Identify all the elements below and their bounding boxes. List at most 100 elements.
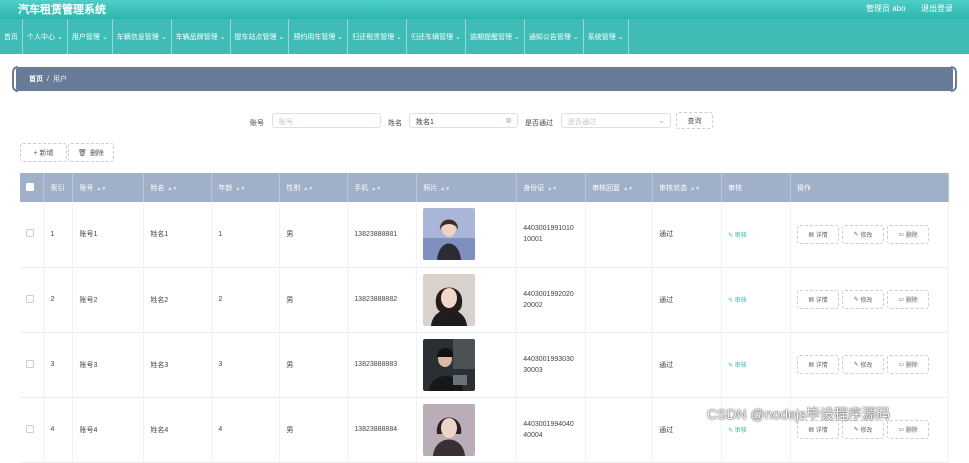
sort-icon[interactable]: ▲▼ bbox=[371, 186, 381, 192]
delete-button[interactable]: ▭ 删除 bbox=[887, 420, 930, 439]
nav-item-return-vehicle[interactable]: 归还车辆管理 ⌄ bbox=[407, 19, 466, 54]
detail-label: 详情 bbox=[815, 232, 828, 239]
trash-icon: 🗑 bbox=[78, 149, 87, 157]
nav-item-system[interactable]: 系统管理 ⌄ bbox=[584, 19, 629, 54]
sort-icon[interactable]: ▲▼ bbox=[235, 186, 245, 192]
idcard-line2: 20002 bbox=[523, 301, 543, 309]
nav-item-return-rental[interactable]: 归还租赁管理 ⌄ bbox=[348, 19, 408, 54]
nav-item-stations[interactable]: 提车站点管理 ⌄ bbox=[231, 19, 290, 54]
col-reply[interactable]: 审核回复 ▲▼ bbox=[585, 173, 654, 202]
row-checkbox[interactable] bbox=[26, 229, 34, 238]
cell-age: 3 bbox=[211, 332, 281, 398]
chevron-down-icon: ⌄ bbox=[278, 33, 285, 41]
sort-icon[interactable]: ▲▼ bbox=[303, 186, 313, 192]
query-button[interactable]: 查询 bbox=[676, 112, 713, 129]
nav-item-overdue[interactable]: 逾期提醒管理 ⌄ bbox=[466, 19, 525, 54]
breadcrumb-text: 首页 / 用户 bbox=[29, 74, 67, 84]
approved-select[interactable]: 是否通过 ⌄ bbox=[561, 113, 671, 128]
nav-item-brands[interactable]: 车辆品牌管理 ⌄ bbox=[172, 19, 231, 54]
sort-icon[interactable]: ▲▼ bbox=[623, 186, 633, 192]
idcard-line2: 40004 bbox=[523, 431, 543, 439]
col-label: 手机 bbox=[354, 184, 369, 192]
edit-icon: ✎ bbox=[853, 297, 859, 303]
nav-item-notices[interactable]: 通知公告管理 ⌄ bbox=[525, 19, 584, 54]
col-phone[interactable]: 手机 ▲▼ bbox=[347, 173, 418, 202]
detail-button[interactable]: ▤ 详情 bbox=[797, 290, 840, 309]
sort-icon[interactable]: ▲▼ bbox=[690, 186, 700, 192]
col-label: 年龄 bbox=[218, 184, 233, 192]
breadcrumb-home[interactable]: 首页 bbox=[29, 76, 43, 83]
edit-button[interactable]: ✎ 修改 bbox=[842, 224, 885, 244]
user-photo[interactable] bbox=[423, 208, 476, 261]
detail-label: 详情 bbox=[815, 428, 828, 434]
account-input[interactable]: 账号 bbox=[272, 113, 381, 128]
add-button[interactable]: + 新增 bbox=[20, 143, 67, 162]
col-status[interactable]: 审核状态 ▲▼ bbox=[652, 173, 723, 202]
detail-button[interactable]: ▤ 详情 bbox=[797, 355, 840, 374]
idcard-line2: 10001 bbox=[523, 236, 543, 244]
edit-label: 修改 bbox=[860, 428, 873, 434]
delete-label: 删除 bbox=[905, 363, 918, 369]
delete-button[interactable]: ▭ 删除 bbox=[887, 355, 930, 374]
row-checkbox[interactable] bbox=[26, 294, 34, 303]
col-age[interactable]: 年龄 ▲▼ bbox=[211, 173, 281, 202]
row-checkbox[interactable] bbox=[26, 424, 34, 433]
sort-icon[interactable]: ▲▼ bbox=[96, 186, 106, 192]
breadcrumb-bracket-right bbox=[951, 66, 957, 92]
col-idcard[interactable]: 身份证 ▲▼ bbox=[516, 173, 587, 202]
document-icon: ▤ bbox=[808, 362, 815, 368]
delete-button[interactable]: ▭ 删除 bbox=[887, 290, 930, 309]
edit-button[interactable]: ✎ 修改 bbox=[842, 290, 885, 309]
cell-ops: ▤ 详情 ✎ 修改 ▭ 删除 bbox=[790, 267, 949, 333]
trash-icon: ▭ bbox=[898, 427, 905, 433]
document-icon: ▤ bbox=[808, 297, 815, 303]
row-checkbox[interactable] bbox=[26, 359, 34, 368]
logout-link[interactable]: 退出登录 bbox=[921, 3, 953, 14]
cell-gender: 男 bbox=[279, 202, 349, 268]
col-photo[interactable]: 照片 ▲▼ bbox=[416, 173, 518, 202]
col-name[interactable]: 姓名 ▲▼ bbox=[143, 173, 213, 202]
breadcrumb-current: 用户 bbox=[52, 76, 67, 83]
audit-link[interactable]: ✎ 审核 bbox=[728, 428, 747, 434]
table-row: 2 账号2 姓名2 2 男 13823888882 4403001992020 2… bbox=[20, 267, 949, 333]
sort-icon[interactable]: ▲▼ bbox=[167, 186, 177, 192]
cell-index: 4 bbox=[43, 397, 74, 463]
user-photo[interactable] bbox=[423, 338, 476, 391]
cell-idcard: 4403001994040 40004 bbox=[516, 397, 587, 463]
chevron-down-icon: ⌄ bbox=[617, 33, 624, 41]
audit-link[interactable]: ✎ 审核 bbox=[728, 363, 747, 369]
app-title: 汽车租赁管理系统 bbox=[18, 4, 106, 16]
col-account[interactable]: 账号 ▲▼ bbox=[72, 173, 145, 202]
approved-label: 是否通过 bbox=[525, 120, 553, 127]
nav-item-bookings[interactable]: 预约用车管理 ⌄ bbox=[289, 19, 349, 54]
audit-link[interactable]: ✎ 审核 bbox=[728, 298, 747, 304]
select-all-checkbox[interactable] bbox=[26, 182, 34, 191]
header-checkbox-cell bbox=[20, 173, 45, 202]
delete-label: 删除 bbox=[905, 298, 918, 304]
breadcrumb-bar bbox=[16, 67, 953, 91]
nav-item-vehicles[interactable]: 车辆信息管理 ⌄ bbox=[113, 19, 172, 54]
sort-icon[interactable]: ▲▼ bbox=[440, 186, 450, 192]
nav-item-home[interactable]: 首页 bbox=[0, 19, 23, 54]
delete-button[interactable]: ▭ 删除 bbox=[887, 224, 930, 244]
bulk-delete-button[interactable]: 🗑 删除 bbox=[68, 143, 114, 162]
clear-icon[interactable]: ⊗ bbox=[505, 116, 512, 125]
nav-item-users[interactable]: 用户管理 ⌄ bbox=[68, 19, 113, 54]
nav-item-profile[interactable]: 个人中心 ⌄ bbox=[23, 19, 68, 54]
col-gender[interactable]: 性别 ▲▼ bbox=[279, 173, 349, 202]
sort-icon[interactable]: ▲▼ bbox=[547, 186, 557, 192]
edit-label: 修改 bbox=[860, 363, 873, 369]
name-input[interactable]: 姓名1 ⊗ bbox=[409, 113, 518, 128]
user-photo[interactable] bbox=[423, 273, 476, 326]
detail-button[interactable]: ▤ 详情 bbox=[797, 224, 840, 244]
col-label: 审核 bbox=[728, 184, 743, 192]
audit-link[interactable]: ✎ 审核 bbox=[728, 233, 747, 239]
edit-button[interactable]: ✎ 修改 bbox=[842, 355, 885, 374]
cell-reply bbox=[585, 267, 654, 333]
col-label: 索引 bbox=[50, 184, 65, 192]
user-photo[interactable] bbox=[423, 403, 476, 456]
cell-status: 通过 bbox=[652, 332, 723, 398]
audit-label: 审核 bbox=[734, 298, 747, 304]
chevron-down-icon: ⌄ bbox=[160, 33, 167, 41]
cell-reply bbox=[585, 202, 654, 268]
